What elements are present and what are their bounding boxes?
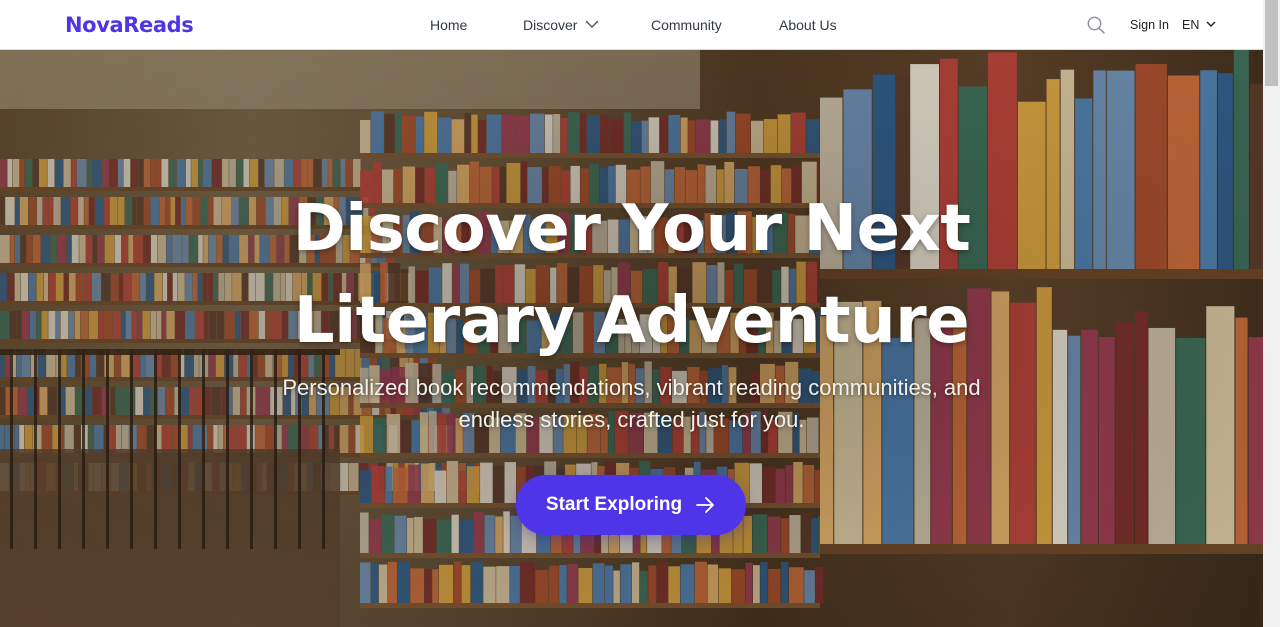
search-icon: [1087, 16, 1105, 34]
cta-label: Start Exploring: [545, 494, 683, 515]
hero-title-line2: Literary Adventure: [293, 284, 970, 358]
search-button[interactable]: [1086, 15, 1106, 35]
nav-home[interactable]: Home: [430, 16, 467, 34]
chevron-down-icon: [1206, 21, 1216, 27]
sign-in-link[interactable]: Sign In: [1130, 18, 1169, 32]
hero-section: Discover Your Next Literary Adventure Pe…: [0, 49, 1263, 627]
language-label: EN: [1182, 18, 1200, 32]
brand-logo[interactable]: NovaReads: [65, 12, 194, 38]
scrollbar-thumb[interactable]: [1265, 0, 1278, 86]
nav-discover-label: Discover: [523, 17, 578, 33]
nav-about-label: About Us: [779, 17, 837, 33]
hero-title: Discover Your Next Literary Adventure: [0, 183, 1263, 367]
nav-community[interactable]: Community: [651, 16, 722, 34]
nav-community-label: Community: [651, 17, 722, 33]
hero-subtitle: Personalized book recommendations, vibra…: [0, 372, 1263, 436]
hero-subtitle-line2: endless stories, crafted just for you.: [458, 407, 805, 432]
nav-home-label: Home: [430, 17, 468, 33]
language-selector[interactable]: EN: [1182, 18, 1216, 32]
top-navbar: NovaReads Home Discover Community About …: [0, 0, 1263, 50]
hero-subtitle-line1: Personalized book recommendations, vibra…: [282, 375, 981, 400]
hero-title-line1: Discover Your Next: [292, 192, 971, 266]
page-scrollbar[interactable]: [1263, 0, 1280, 627]
nav-discover[interactable]: Discover: [523, 16, 599, 34]
nav-about-us[interactable]: About Us: [779, 16, 837, 34]
start-exploring-button[interactable]: Start Exploring: [516, 475, 746, 535]
chevron-down-icon: [585, 20, 599, 28]
arrow-right-icon: [696, 497, 714, 513]
